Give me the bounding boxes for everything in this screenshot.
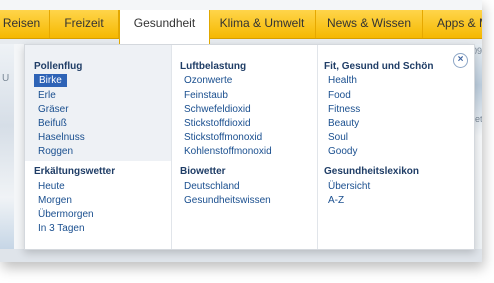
- menu-item-health[interactable]: Health: [328, 74, 357, 87]
- menu-item-food[interactable]: Food: [328, 89, 351, 102]
- menu-item-heute[interactable]: Heute: [38, 180, 65, 193]
- tab-news-wissen[interactable]: News & Wissen: [316, 10, 423, 38]
- menu-item-schwefeldioxid[interactable]: Schwefeldioxid: [184, 103, 251, 116]
- section-title-luftbelastung: Luftbelastung: [180, 61, 247, 72]
- menu-column-3: Fit, Gesund und Schön Health Food Fitnes…: [317, 45, 475, 249]
- menu-item-haselnuss[interactable]: Haselnuss: [38, 131, 85, 144]
- menu-item-stickstoffmonoxid[interactable]: Stickstoffmonoxid: [184, 131, 262, 144]
- section-title-gesundheitslexikon: Gesundheitslexikon: [324, 166, 420, 177]
- menu-item-kohlenstoffmonoxid[interactable]: Kohlenstoffmonoxid: [184, 145, 272, 158]
- browser-frame: U 09 eet Reisen Freizeit Gesundheit Klim…: [0, 0, 482, 262]
- menu-item-morgen[interactable]: Morgen: [38, 194, 72, 207]
- menu-item-goody[interactable]: Goody: [328, 145, 357, 158]
- menu-item-feinstaub[interactable]: Feinstaub: [184, 89, 228, 102]
- menu-column-2: Luftbelastung Ozonwerte Feinstaub Schwef…: [171, 45, 318, 249]
- menu-item-beauty[interactable]: Beauty: [328, 117, 359, 130]
- menu-item-birke[interactable]: Birke: [34, 74, 67, 87]
- tab-apps[interactable]: Apps & M: [423, 10, 482, 38]
- section-title-biowetter: Biowetter: [180, 166, 226, 177]
- section-title-erkaeltungswetter: Erkältungswetter: [34, 166, 116, 177]
- menu-item-fitness[interactable]: Fitness: [328, 103, 360, 116]
- main-navigation-bar: Reisen Freizeit Gesundheit Klima & Umwel…: [0, 10, 482, 44]
- menu-item-gesundheitswissen[interactable]: Gesundheitswissen: [184, 194, 271, 207]
- tab-reisen[interactable]: Reisen: [0, 10, 50, 38]
- tab-klima-umwelt[interactable]: Klima & Umwelt: [209, 10, 316, 38]
- menu-item-graeser[interactable]: Gräser: [38, 103, 69, 116]
- gesundheit-dropdown-menu: × Pollenflug Birke Erle Gräser Beifuß Ha…: [24, 44, 475, 250]
- menu-item-uebermorgen[interactable]: Übermorgen: [38, 208, 94, 221]
- menu-item-in-3-tagen[interactable]: In 3 Tagen: [38, 222, 85, 235]
- menu-item-ozonwerte[interactable]: Ozonwerte: [184, 74, 232, 87]
- menu-item-a-z[interactable]: A-Z: [328, 194, 344, 207]
- menu-item-erle[interactable]: Erle: [38, 89, 56, 102]
- section-title-fit-gesund-schoen: Fit, Gesund und Schön: [324, 61, 434, 72]
- menu-item-deutschland[interactable]: Deutschland: [184, 180, 240, 193]
- menu-column-1: Pollenflug Birke Erle Gräser Beifuß Hase…: [25, 45, 171, 249]
- page-background-bottom: [0, 249, 482, 262]
- menu-item-soul[interactable]: Soul: [328, 131, 348, 144]
- section-title-pollenflug: Pollenflug: [34, 61, 83, 72]
- tab-freizeit[interactable]: Freizeit: [50, 10, 119, 38]
- menu-item-beifuss[interactable]: Beifuß: [38, 117, 67, 130]
- menu-item-roggen[interactable]: Roggen: [38, 145, 73, 158]
- menu-item-uebersicht[interactable]: Übersicht: [328, 180, 370, 193]
- menu-item-stickstoffdioxid[interactable]: Stickstoffdioxid: [184, 117, 251, 130]
- background-text-fragment: U: [2, 73, 10, 84]
- tab-gesundheit[interactable]: Gesundheit: [119, 10, 210, 44]
